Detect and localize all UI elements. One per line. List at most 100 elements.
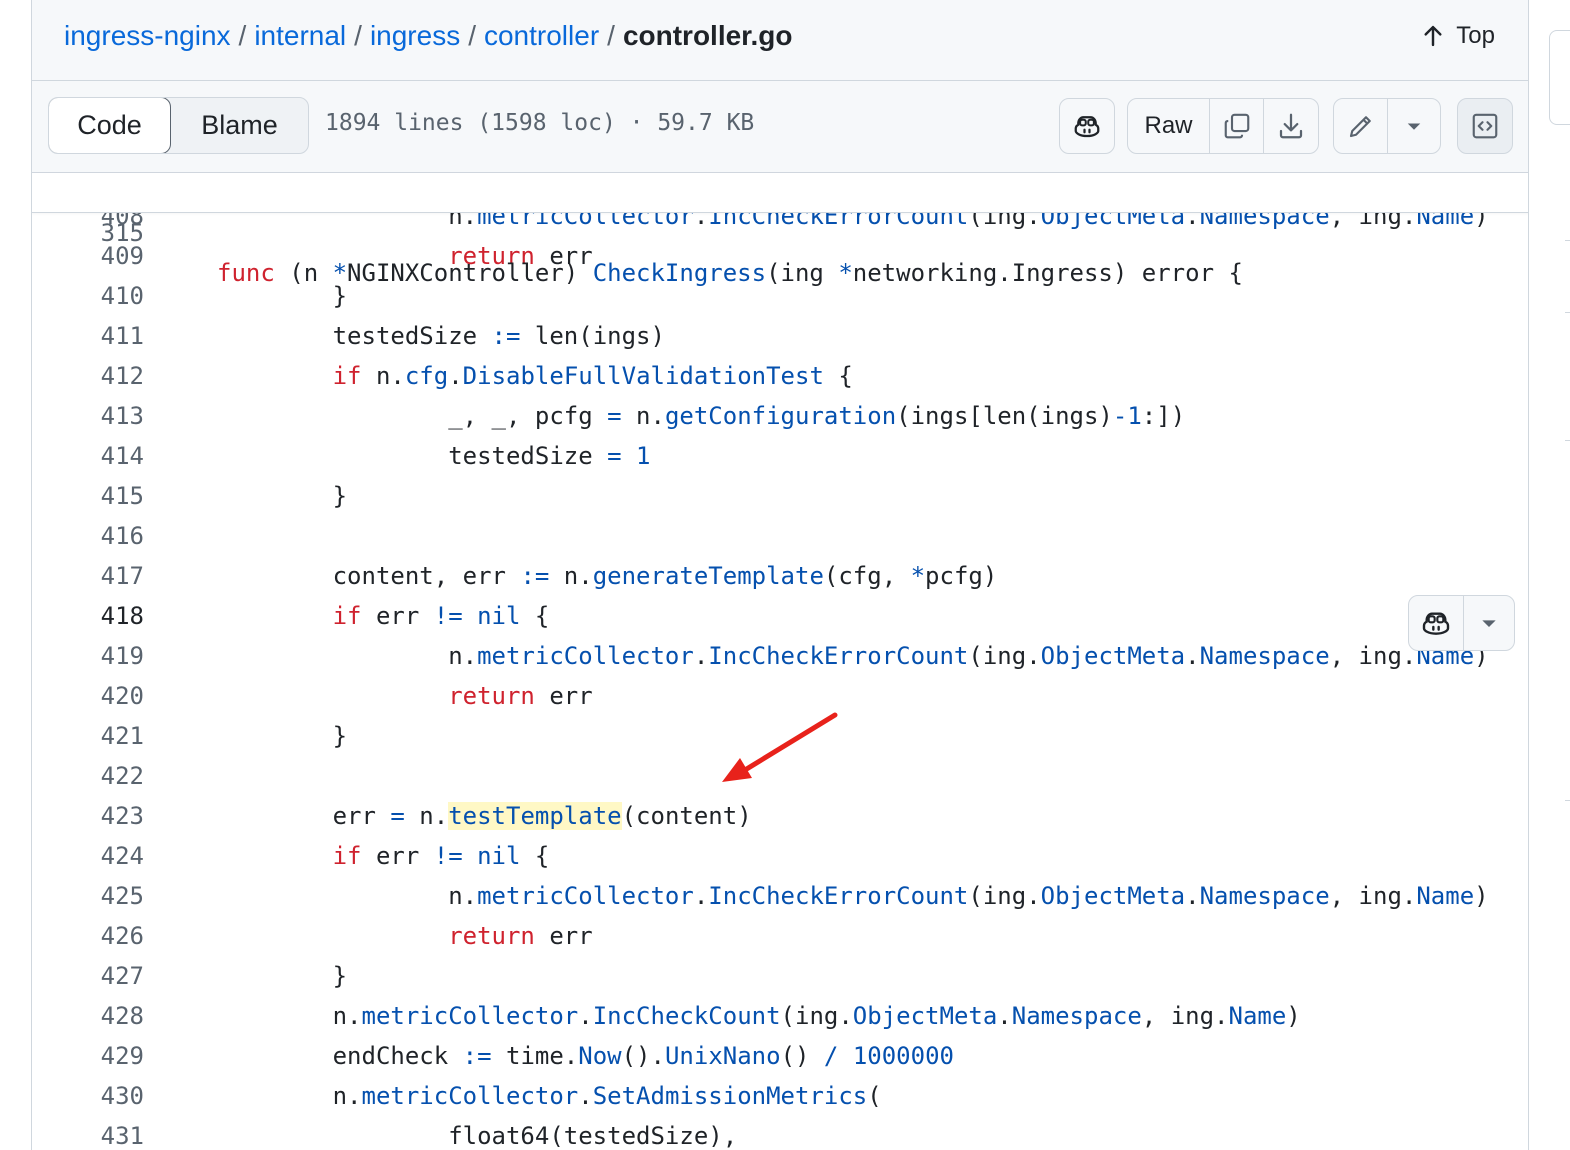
code-line-content: func (n *NGINXController) CheckIngress(i… — [217, 253, 1243, 293]
code-token: n. — [361, 362, 405, 390]
code-line-content: if n.cfg.DisableFullValidationTest { — [217, 356, 853, 396]
code-line[interactable]: 427 } — [32, 956, 1528, 996]
code-token: . — [1185, 882, 1200, 910]
code-line[interactable]: 429 endCheck := time.Now().UnixNano() / … — [32, 1036, 1528, 1076]
breadcrumb-link-controller[interactable]: controller — [484, 20, 599, 51]
line-number[interactable]: 415 — [32, 476, 144, 516]
code-token: := — [491, 322, 521, 350]
code-line-content: n.metricCollector.IncCheckErrorCount(ing… — [217, 636, 1488, 676]
code-token: DisableFullValidationTest — [462, 362, 824, 390]
line-number[interactable]: 425 — [32, 876, 144, 916]
code-line-content: return err — [217, 916, 593, 956]
line-number[interactable]: 430 — [32, 1076, 144, 1116]
line-number[interactable]: 426 — [32, 916, 144, 956]
code-token: . — [1185, 642, 1200, 670]
breadcrumb-link-ingress[interactable]: ingress — [370, 20, 460, 51]
code-square-icon — [1472, 113, 1498, 139]
code-token: } — [217, 722, 348, 750]
code-token: * — [838, 259, 853, 287]
code-line[interactable]: 426 return err — [32, 916, 1528, 956]
code-token: { — [823, 362, 853, 390]
code-lines: 408 n.metricCollector.IncCheckErrorCount… — [32, 196, 1528, 1150]
code-view-panel: ingress-nginx / internal / ingress / controlle… — [31, 0, 1529, 1150]
symbols-panel-button[interactable] — [1457, 98, 1513, 154]
divider — [1565, 800, 1570, 801]
line-number[interactable]: 417 — [32, 556, 144, 596]
code-token: ) — [1286, 1002, 1301, 1030]
download-button[interactable] — [1264, 99, 1318, 153]
code-line-content: } — [217, 956, 347, 996]
breadcrumb-link-repo[interactable]: ingress-nginx — [64, 20, 231, 51]
code-token: * — [910, 562, 926, 590]
code-line[interactable]: 413 _, _, pcfg = n.getConfiguration(ings… — [32, 396, 1528, 436]
code-line-content: endCheck := time.Now().UnixNano() / 1000… — [217, 1036, 954, 1076]
code-line[interactable]: 415 } — [32, 476, 1528, 516]
raw-button[interactable]: Raw — [1128, 99, 1210, 153]
code-line[interactable]: 428 n.metricCollector.IncCheckCount(ing.… — [32, 996, 1528, 1036]
code-line[interactable]: 411 testedSize := len(ings) — [32, 316, 1528, 356]
line-number[interactable]: 420 — [32, 676, 144, 716]
line-number[interactable]: 416 — [32, 516, 144, 556]
copilot-icon — [1074, 116, 1100, 138]
copy-raw-button[interactable] — [1210, 99, 1264, 153]
line-number[interactable]: 421 — [32, 716, 144, 756]
code-token: . — [578, 1082, 593, 1110]
code-token: . — [578, 1002, 593, 1030]
code-token: := — [520, 562, 550, 590]
code-token: (ing. — [968, 642, 1041, 670]
code-line[interactable]: 422 — [32, 756, 1528, 796]
code-line[interactable]: 414 testedSize = 1 — [32, 436, 1528, 476]
code-token: Name — [1416, 882, 1475, 910]
code-token: n. — [217, 642, 478, 670]
edit-dropdown-button[interactable] — [1388, 99, 1440, 153]
code-line[interactable]: 423 err = n.testTemplate(content) — [32, 796, 1528, 836]
code-line[interactable]: 421 } — [32, 716, 1528, 756]
triangle-down-icon — [1407, 123, 1421, 130]
line-number[interactable]: 423 — [32, 796, 144, 836]
code-line[interactable]: 417 content, err := n.generateTemplate(c… — [32, 556, 1528, 596]
code-token: getConfiguration — [664, 402, 897, 430]
line-number[interactable]: 412 — [32, 356, 144, 396]
code-token: Namespace — [1199, 642, 1330, 670]
code-line[interactable]: 425 n.metricCollector.IncCheckErrorCount… — [32, 876, 1528, 916]
line-number[interactable]: 429 — [32, 1036, 144, 1076]
line-number[interactable]: 414 — [32, 436, 144, 476]
top-button[interactable]: Top — [1420, 18, 1495, 54]
copilot-line-button[interactable] — [1409, 596, 1464, 650]
line-number[interactable]: 424 — [32, 836, 144, 876]
line-number[interactable]: 422 — [32, 756, 144, 796]
line-number[interactable]: 413 — [32, 396, 144, 436]
arrow-up-icon — [1424, 25, 1442, 47]
code-line[interactable]: 419 n.metricCollector.IncCheckErrorCount… — [32, 636, 1528, 676]
sticky-function-line[interactable]: 315 func (n *NGINXController) CheckIngre… — [32, 173, 1528, 287]
line-number[interactable]: 428 — [32, 996, 144, 1036]
code-line[interactable]: 431 float64(testedSize), — [32, 1116, 1528, 1150]
file-info: 1894 lines (1598 loc) · 59.7 KB — [325, 110, 755, 136]
code-line[interactable]: 420 return err — [32, 676, 1528, 716]
code-line[interactable]: 418 if err != nil { — [32, 596, 1528, 636]
code-line[interactable]: 416 — [32, 516, 1528, 556]
copilot-button[interactable] — [1059, 98, 1115, 154]
code-token: metricCollector — [477, 642, 694, 670]
line-number[interactable]: 419 — [32, 636, 144, 676]
copilot-line-dropdown[interactable] — [1464, 596, 1514, 650]
code-token: return — [448, 922, 535, 950]
line-number[interactable]: 431 — [32, 1116, 144, 1150]
line-number[interactable]: 427 — [32, 956, 144, 996]
code-token: ObjectMeta — [1040, 642, 1186, 670]
code-token: testedSize — [217, 442, 608, 470]
breadcrumb-link-internal[interactable]: internal — [254, 20, 346, 51]
code-token: metricCollector — [477, 882, 694, 910]
code-line[interactable]: 430 n.metricCollector.SetAdmissionMetric… — [32, 1076, 1528, 1116]
code-line[interactable]: 424 if err != nil { — [32, 836, 1528, 876]
code-token: Now — [578, 1042, 622, 1070]
tab-blame[interactable]: Blame — [171, 98, 308, 153]
code-token: metricCollector — [361, 1002, 579, 1030]
tab-code[interactable]: Code — [49, 98, 171, 153]
line-number[interactable]: 418 — [32, 596, 144, 636]
code-token: if — [332, 362, 362, 390]
edit-button[interactable] — [1334, 99, 1388, 153]
code-line[interactable]: 412 if n.cfg.DisableFullValidationTest { — [32, 356, 1528, 396]
line-number[interactable]: 315 — [32, 213, 144, 253]
